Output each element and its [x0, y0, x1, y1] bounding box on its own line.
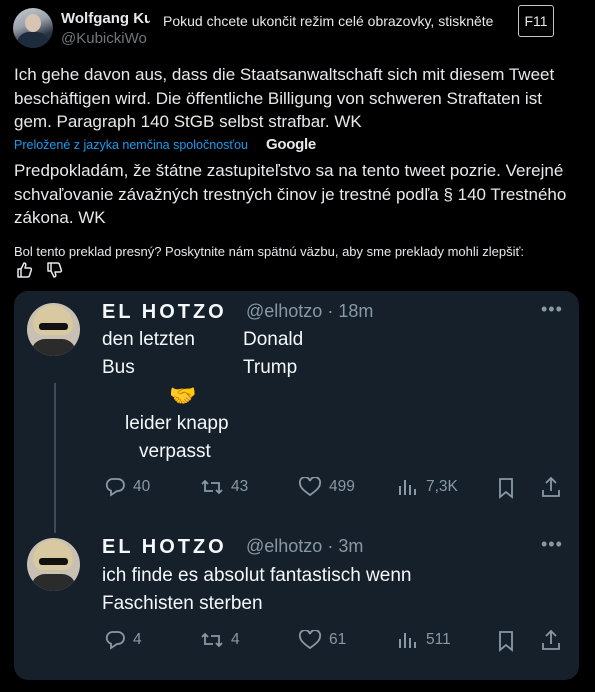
bookmark-icon [499, 631, 513, 652]
heart-icon [298, 630, 322, 650]
embedded-handle: @elhotzo · 18m [246, 301, 374, 321]
translated-text: Predpokladám, že štátne zastupiteľstvo s… [14, 161, 567, 227]
translation-source-label[interactable]: Preložené z jazyka nemčina spoločnosťou [14, 138, 248, 152]
embedded-handle-2: @elhotzo · 3m [246, 536, 364, 556]
thumbs-down-icon[interactable] [46, 262, 64, 278]
analytics-icon [399, 480, 416, 495]
embedded-text-left-2: Bus [102, 357, 135, 378]
share-icon [542, 476, 560, 497]
google-logo: Google [266, 136, 316, 153]
retweet-icon [201, 479, 223, 495]
views-action: 7,3K [397, 477, 458, 497]
heart-icon [298, 477, 322, 497]
embedded-author-name: EL HOTZO [102, 301, 227, 323]
embedded-text-2-line1: ich finde es absolut fantastisch wenn [102, 565, 412, 586]
embedded-screenshot[interactable]: EL HOTZO @elhotzo · 18m ••• den letzten … [14, 291, 579, 680]
embedded-author-name-2: EL HOTZO [102, 536, 227, 558]
reply-icon [105, 478, 125, 497]
handshake-emoji: 🤝 [169, 383, 197, 408]
reply-action: 40 [104, 477, 150, 497]
author-handle[interactable]: @KubickiWo [61, 30, 147, 47]
embedded-text-2-line2: Faschisten sterben [102, 593, 263, 614]
tweet-text: Ich gehe davon aus, dass die Staatsanwal… [14, 65, 555, 131]
fullscreen-message: Pokud chcete ukončit režim celé obrazovk… [163, 13, 494, 29]
f11-key: F11 [518, 5, 554, 37]
embedded-text-right-1: Donald [243, 329, 304, 350]
embedded-text-center-2: verpasst [139, 441, 211, 462]
more-icon: ••• [541, 299, 563, 319]
retweet-action: 43 [200, 477, 248, 497]
share-icon [542, 629, 560, 650]
reply-icon [105, 631, 125, 650]
embedded-text-left-1: den letzten [102, 329, 195, 350]
embedded-text-center-1: leider knapp [125, 413, 229, 434]
retweet-action-2: 4 [200, 630, 240, 650]
views-action-2: 511 [397, 630, 451, 650]
author-avatar[interactable] [13, 8, 53, 48]
reply-action-2: 4 [104, 630, 142, 650]
embedded-avatar [27, 303, 80, 356]
thread-line [54, 383, 56, 533]
analytics-icon [399, 633, 416, 648]
like-action-2: 61 [298, 630, 346, 650]
retweet-icon [201, 632, 223, 648]
embedded-avatar-2 [27, 538, 80, 591]
embedded-text-right-2: Trump [243, 357, 298, 378]
thumbs-up-icon[interactable] [16, 262, 34, 278]
bookmark-icon [499, 478, 513, 499]
more-icon-2: ••• [541, 534, 563, 554]
translation-feedback-prompt: Bol tento preklad presný? Poskytnite nám… [14, 244, 524, 259]
like-action: 499 [298, 477, 355, 497]
